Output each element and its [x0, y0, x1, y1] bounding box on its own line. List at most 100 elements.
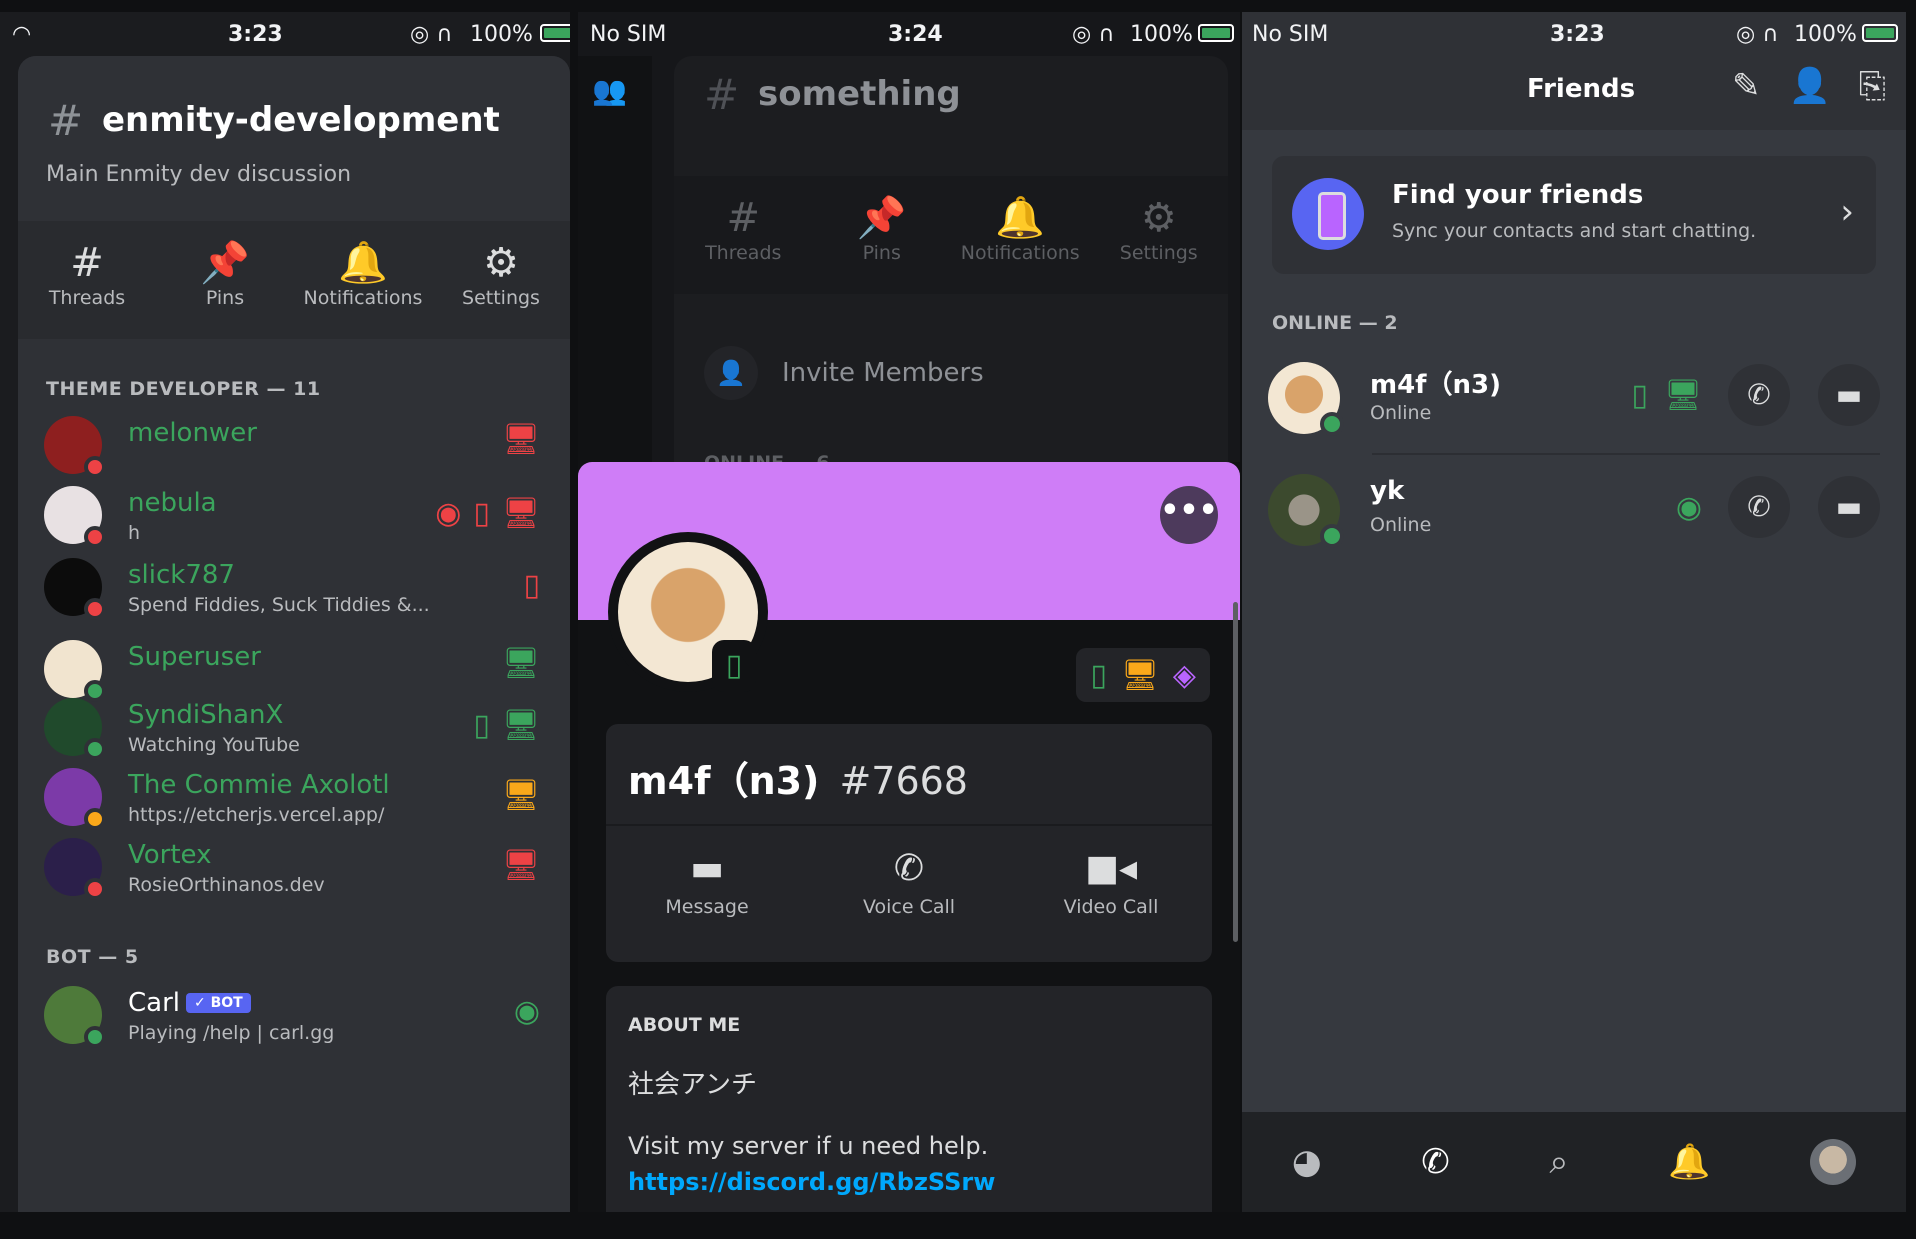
profile-username: m4f（n3) #7668	[628, 750, 968, 805]
member-name: slick787	[128, 560, 235, 590]
tab-notifications[interactable]: 🔔 Notifications	[298, 239, 428, 339]
headphones-icon: ◎ ∩	[410, 22, 453, 47]
friend-name: yk	[1370, 476, 1405, 506]
desktop-icon: 🖥	[501, 496, 540, 531]
bot-badge: ✓ BOT	[186, 993, 251, 1013]
more-options-button[interactable]: •••	[1160, 486, 1218, 544]
bell-icon: 🔔	[338, 240, 388, 286]
voice-call-button[interactable]: ✆ Voice Call	[829, 848, 989, 918]
wifi-icon: ◠	[12, 22, 32, 47]
desktop-icon: 🖥	[501, 708, 540, 743]
invite-members-button[interactable]: 👤 Invite Members	[704, 346, 984, 400]
bell-icon[interactable]: 🔔	[1668, 1142, 1710, 1182]
mobile-icon: ▯	[523, 568, 540, 603]
username: m4f（n3)	[628, 759, 820, 803]
friends-header: No SIM 3:23 ◎ ∩ 100% Friends ✎ 👤 ⎘	[1242, 12, 1906, 130]
tab-settings[interactable]: ⚙ Settings	[436, 239, 566, 339]
tab-threads[interactable]: # Threads	[22, 239, 152, 339]
status-bar: ◠ 3:23 ◎ ∩ 100%	[0, 12, 570, 56]
member-name: SyndiShanX	[128, 700, 284, 730]
about-me-bio: 社会アンチ	[628, 1070, 757, 1100]
hash-icon: #	[704, 70, 740, 119]
gear-icon: ⚙	[483, 240, 519, 286]
message-button[interactable]: ▬ Message	[627, 848, 787, 918]
status-time: 3:23	[228, 22, 283, 47]
pin-icon: 📌	[856, 195, 907, 241]
voice-call-button[interactable]: ✆	[1728, 476, 1790, 538]
add-friend-icon[interactable]: 👤	[1788, 66, 1830, 106]
tab-notifications[interactable]: 🔔 Notifications	[955, 194, 1085, 294]
discriminator: #7668	[839, 759, 968, 803]
search-icon[interactable]: ⌕	[1549, 1142, 1568, 1182]
message-button[interactable]: ▬	[1818, 364, 1880, 426]
about-me-text: Visit my server if u need help.	[628, 1132, 989, 1160]
video-icon: ■◂	[1084, 848, 1138, 889]
desktop-icon: 🖥	[501, 778, 540, 813]
member-row[interactable]: slick787 Spend Fiddies, Suck Tiddies &..…	[44, 554, 550, 624]
profile-avatar-icon[interactable]	[1810, 1139, 1857, 1185]
friend-name: m4f（n3)	[1370, 370, 1501, 400]
friend-row[interactable]: m4f（n3) Online ▯ 🖥 ✆ ▬	[1268, 352, 1880, 448]
chevron-right-icon: ›	[1840, 192, 1854, 232]
members-icon[interactable]: 👥	[592, 74, 627, 107]
friend-status: Online	[1370, 514, 1432, 536]
tab-pins[interactable]: 📌 Pins	[160, 239, 290, 339]
video-call-button[interactable]: ■◂ Video Call	[1031, 848, 1191, 918]
friend-status: Online	[1370, 402, 1432, 424]
member-row[interactable]: Carl ✓ BOT Playing /help | carl.gg ◉	[44, 982, 550, 1052]
hypesquad-badge-icon: ◈	[1172, 657, 1196, 693]
discord-home-icon[interactable]: ◕	[1292, 1142, 1322, 1182]
tab-label: Notifications	[960, 242, 1080, 264]
tab-settings[interactable]: ⚙ Settings	[1094, 194, 1224, 294]
mobile-icon: ▯	[1631, 377, 1648, 413]
battery-percent: 100%	[1130, 22, 1193, 47]
background-strip	[0, 1212, 1916, 1239]
member-row[interactable]: The Commie Axolotl https://etcherjs.verc…	[44, 764, 550, 834]
tab-label: Settings	[1119, 242, 1198, 264]
profile-actions: ▬ Message ✆ Voice Call ■◂ Video Call	[606, 848, 1212, 918]
divider	[1372, 453, 1880, 455]
tab-label: Settings	[462, 287, 540, 309]
action-label: Message	[665, 896, 749, 918]
scrollbar[interactable]	[1233, 602, 1238, 942]
divider	[606, 824, 1212, 826]
desktop-icon: 🖥	[501, 646, 540, 681]
bell-icon: 🔔	[995, 195, 1046, 241]
desktop-icon: 🖥	[501, 848, 540, 883]
join-server-icon[interactable]: ⎘	[1859, 66, 1886, 106]
add-user-icon: 👤	[704, 346, 758, 400]
contacts-sync-icon	[1292, 178, 1364, 250]
section-bot: BOT — 5	[46, 946, 139, 968]
dnd-status-icon	[84, 878, 106, 900]
tab-threads[interactable]: # Threads	[678, 194, 808, 294]
friends-tab-icon[interactable]: ✆	[1421, 1142, 1450, 1182]
member-activity: Spend Fiddies, Suck Tiddies &...	[128, 594, 430, 616]
tab-label: Pins	[205, 287, 245, 309]
message-button[interactable]: ▬	[1818, 476, 1880, 538]
channel-description: Main Enmity dev discussion	[46, 162, 352, 187]
new-dm-icon[interactable]: ✎	[1732, 66, 1761, 106]
channel-tabs: # Threads 📌 Pins 🔔 Notifications ⚙ Settings	[18, 221, 570, 339]
idle-status-icon	[84, 808, 106, 830]
dnd-status-icon	[84, 598, 106, 620]
member-row[interactable]: Vortex RosieOrthinanos.dev 🖥	[44, 834, 550, 904]
tab-pins[interactable]: 📌 Pins	[817, 194, 947, 294]
member-name: Carl ✓ BOT	[128, 988, 251, 1018]
tab-label: Threads	[705, 242, 782, 264]
pin-icon: 📌	[200, 240, 250, 286]
battery-percent: 100%	[1794, 22, 1857, 47]
member-name: nebula	[128, 488, 217, 518]
member-row[interactable]: melonwer 🖥	[44, 412, 550, 482]
invite-link[interactable]: https://discord.gg/RbzSSrw	[628, 1168, 995, 1196]
carrier: No SIM	[590, 22, 667, 47]
find-friends-card[interactable]: Find your friends Sync your contacts and…	[1272, 156, 1876, 274]
friend-row[interactable]: yk Online ◉ ✆ ▬	[1268, 464, 1880, 560]
tab-label: Threads	[48, 287, 126, 309]
section-online: ONLINE — 2	[1272, 312, 1398, 334]
status-bar: No SIM 3:24 ◎ ∩ 100%	[578, 12, 1240, 56]
voice-call-button[interactable]: ✆	[1728, 364, 1790, 426]
member-row[interactable]: nebula h ◉ ▯ 🖥	[44, 482, 550, 552]
member-name: The Commie Axolotl	[128, 770, 390, 800]
headphones-icon: ◎ ∩	[1736, 22, 1779, 47]
member-row[interactable]: SyndiShanX Watching YouTube ▯ 🖥	[44, 694, 550, 764]
